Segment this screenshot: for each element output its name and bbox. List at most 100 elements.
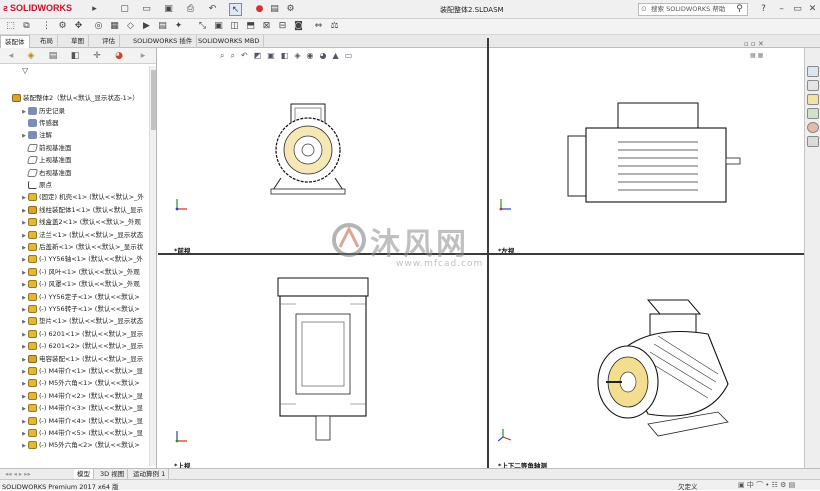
feature-tree-icon[interactable]: ◈ bbox=[22, 49, 40, 63]
bom-icon[interactable]: ▤ bbox=[156, 20, 169, 33]
exploded-view-icon[interactable]: ✦ bbox=[172, 20, 185, 33]
options-icon[interactable]: ⚙ bbox=[284, 3, 297, 16]
expand-arrow-icon[interactable]: ▸ bbox=[134, 49, 152, 63]
filter-icon[interactable]: ▽ bbox=[22, 66, 28, 75]
camera-icon[interactable]: ◙ bbox=[292, 20, 305, 33]
update-speedpak-icon[interactable]: ▣ bbox=[212, 20, 225, 33]
tree-item[interactable]: ▶ (-) M5外六角<2> (默认<<默认> bbox=[20, 439, 140, 451]
tree-item[interactable]: ▶ (-) M4带介<2> (默认<<默认>_显 bbox=[20, 390, 143, 402]
minimize-icon[interactable]: – bbox=[775, 3, 788, 16]
zoom-area-icon[interactable]: ⌕ bbox=[230, 51, 240, 60]
mass-properties-icon[interactable]: ⚖ bbox=[328, 20, 341, 33]
save-icon[interactable]: ▣ bbox=[162, 3, 175, 16]
viewport-window-controls-icon[interactable]: ▫ ▫ ✕ bbox=[744, 40, 764, 48]
clearance-icon[interactable]: ⊟ bbox=[276, 20, 289, 33]
tree-item[interactable]: ▶ (-) M4带介<4> (默认<<默认>_显 bbox=[20, 415, 143, 427]
close-icon[interactable]: ✕ bbox=[806, 3, 819, 16]
expand-arrow-icon[interactable]: ▶ bbox=[20, 440, 28, 452]
measure-icon[interactable]: ⇔ bbox=[312, 20, 325, 33]
new-motion-study-icon[interactable]: ▶ bbox=[140, 20, 153, 33]
tab-evaluate[interactable]: 评估 bbox=[98, 35, 120, 48]
scrollbar-thumb[interactable] bbox=[151, 70, 156, 130]
tree-item[interactable]: 右视基准面 bbox=[20, 167, 72, 179]
tree-scrollbar[interactable] bbox=[149, 66, 156, 466]
tab-assembly[interactable]: 装配体 bbox=[0, 35, 30, 48]
tree-item[interactable]: ▶ 后盖新<1> (默认<<默认>_显示状 bbox=[20, 241, 143, 253]
tree-item[interactable]: ▶ (-) M4带介<1> (默认<<默认>_显 bbox=[20, 365, 143, 377]
collapse-arrow-icon[interactable]: ◂ bbox=[2, 49, 20, 63]
tree-item[interactable]: 前视基准面 bbox=[20, 142, 72, 154]
restore-icon[interactable]: ▭ bbox=[791, 3, 804, 16]
property-manager-icon[interactable]: ▤ bbox=[44, 49, 62, 63]
tree-item[interactable]: ▶ (-) M4带介<3> (默认<<默认>_显 bbox=[20, 402, 143, 414]
tree-item[interactable]: ▶ (-) 风叶<1> (默认<<默认>_外观 bbox=[20, 266, 140, 278]
display-style-icon[interactable]: ◈ bbox=[294, 51, 306, 60]
tree-item[interactable]: ▶ (-) 风罩<1> (默认<<默认>_外观 bbox=[20, 278, 140, 290]
help-icon[interactable]: ? bbox=[757, 3, 770, 16]
open-icon[interactable]: ▭ bbox=[140, 3, 153, 16]
view-palette-icon[interactable] bbox=[807, 108, 819, 119]
hide-show-icon[interactable]: ◉ bbox=[307, 51, 320, 60]
mate-icon[interactable]: ⧉ bbox=[20, 20, 33, 33]
tree-item[interactable]: ▶ 垫片<1> (默认<<默认>_显示状态 bbox=[20, 315, 143, 327]
appearances-icon[interactable] bbox=[807, 122, 819, 133]
tree-item[interactable]: ▶ 法兰<1> (默认<<默认>_显示状态 bbox=[20, 229, 143, 241]
large-design-review-icon[interactable]: ⬒ bbox=[244, 20, 257, 33]
link-views-icon[interactable]: ▦ ▦ bbox=[750, 52, 763, 59]
tree-item[interactable]: ▶ (-) M5外六角<1> (默认<<默认> bbox=[20, 377, 140, 389]
file-properties-icon[interactable]: ▤ bbox=[268, 3, 281, 16]
tree-item[interactable]: ▶ (-) YY56轴<1> (默认<<默认>_外 bbox=[20, 253, 143, 265]
tab-solidworks-mbd[interactable]: SOLIDWORKS MBD bbox=[194, 35, 265, 48]
tab-layout[interactable]: 布局 bbox=[36, 35, 58, 48]
print-icon[interactable]: ⎙ bbox=[184, 3, 197, 16]
view-settings-icon[interactable]: ▭ bbox=[345, 51, 359, 60]
tree-item[interactable]: ▶ (-) 6201<1> (默认<<默认>_显示 bbox=[20, 328, 143, 340]
tree-item[interactable]: ▶ 线盒盖2<1> (默认<<默认>_外观 bbox=[20, 216, 141, 228]
menu-arrow-icon[interactable]: ▸ bbox=[88, 3, 101, 16]
instant3d-icon[interactable]: ⤡ bbox=[196, 20, 209, 33]
tree-item[interactable]: 上视基准面 bbox=[20, 154, 72, 166]
help-search-input[interactable]: ⊙ 搜索 SOLIDWORKS 帮助 bbox=[638, 3, 748, 16]
tree-item[interactable]: ▶ (固定) 机壳<1> (默认<<默认>_外 bbox=[20, 191, 144, 203]
tree-root[interactable]: 装配整体2（默认<默认_显示状态-1>） bbox=[12, 92, 139, 104]
solidworks-logo[interactable]: ƨ SOLIDWORKS bbox=[3, 3, 72, 13]
dynamic-annotation-icon[interactable]: ▣ bbox=[267, 51, 281, 60]
tree-item[interactable]: 原点 bbox=[20, 179, 52, 191]
linear-pattern-icon[interactable]: ⋮ bbox=[40, 20, 53, 33]
tree-item[interactable]: ▶ 电容装配<1> (默认<<默认>_显示 bbox=[20, 353, 143, 365]
dimxpert-icon[interactable]: ✛ bbox=[88, 49, 106, 63]
display-manager-icon[interactable]: ◕ bbox=[110, 49, 128, 63]
rebuild-icon[interactable]: ● bbox=[253, 3, 266, 16]
tree-item[interactable]: ▶ (-) M4带介<5> (默认<<默认>_显 bbox=[20, 427, 143, 439]
tree-item[interactable]: ▶ (-) YY56定子<1> (默认<<默认> bbox=[20, 291, 140, 303]
tree-item[interactable]: 传感器 bbox=[20, 117, 59, 129]
tree-item[interactable]: ▶ (-) YY56转子<1> (默认<<默认> bbox=[20, 303, 140, 315]
snapshot-icon[interactable]: ◫ bbox=[228, 20, 241, 33]
smart-fasteners-icon[interactable]: ⚙ bbox=[56, 20, 69, 33]
apply-scene-icon[interactable]: ▲ bbox=[332, 51, 344, 60]
view-orientation-icon[interactable]: ◧ bbox=[281, 51, 295, 60]
undo-icon[interactable]: ↶ bbox=[206, 3, 219, 16]
tab-sketch[interactable]: 草图 bbox=[67, 35, 89, 48]
tab-solidworks-addins[interactable]: SOLIDWORKS 插件 bbox=[129, 35, 198, 48]
move-component-icon[interactable]: ✥ bbox=[72, 20, 85, 33]
assembly-features-icon[interactable]: ▦ bbox=[108, 20, 121, 33]
reference-geometry-icon[interactable]: ◇ bbox=[124, 20, 137, 33]
solidworks-resources-icon[interactable] bbox=[807, 66, 819, 77]
section-view-icon[interactable]: ◩ bbox=[254, 51, 268, 60]
new-icon[interactable]: ▢ bbox=[118, 3, 131, 16]
ime-indicator-icon[interactable]: ▣ 中 ⌒ • ☷ ⚙ ▤ bbox=[738, 480, 795, 490]
select-icon[interactable]: ↖ bbox=[229, 3, 242, 16]
zoom-to-fit-icon[interactable]: ⌕ bbox=[220, 51, 230, 60]
file-explorer-icon[interactable] bbox=[807, 94, 819, 105]
tree-item[interactable]: ▶ (-) 6201<2> (默认<<默认>_显示 bbox=[20, 340, 143, 352]
insert-component-icon[interactable]: ⬚ bbox=[4, 20, 17, 33]
tree-item[interactable]: ▶ 注解 bbox=[20, 129, 52, 141]
edit-appearance-icon[interactable]: ◕ bbox=[320, 51, 333, 60]
design-library-icon[interactable] bbox=[807, 80, 819, 91]
configuration-manager-icon[interactable]: ◧ bbox=[66, 49, 84, 63]
previous-view-icon[interactable]: ↶ bbox=[241, 51, 254, 60]
custom-properties-icon[interactable] bbox=[807, 136, 819, 147]
search-icon[interactable]: ⚲ bbox=[733, 3, 746, 16]
tree-item[interactable]: ▶ 线柱装配体1<1> (默认<默认_显示 bbox=[20, 204, 143, 216]
